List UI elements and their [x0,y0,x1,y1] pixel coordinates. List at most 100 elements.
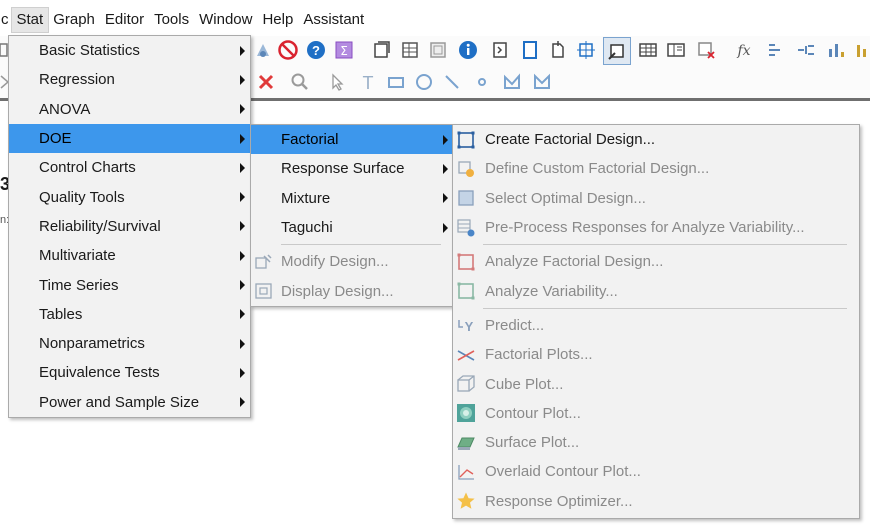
command-line-icon[interactable] [490,40,510,60]
menu-editor[interactable]: Editor [100,8,149,32]
session-icon[interactable] [253,40,273,60]
stat-item-control-charts[interactable]: Control Charts [9,153,250,182]
menu-item-label: Mixture [281,189,331,207]
factorial-item-surface-plot[interactable]: Surface Plot... [453,428,859,457]
menu-item-label: Modify Design... [281,253,389,271]
line-tool-icon[interactable] [442,72,462,92]
factorial-item-predict[interactable]: Y Predict... [453,311,859,340]
zoom-icon[interactable] [290,72,310,92]
stat-item-tables[interactable]: Tables [9,300,250,329]
factorial-item-contour-plot[interactable]: Contour Plot... [453,399,859,428]
help-icon[interactable]: ? [306,40,326,60]
data-table-icon[interactable] [638,40,658,60]
svg-text:?: ? [312,43,320,58]
menu-help[interactable]: Help [257,8,298,32]
graph-brush-icon[interactable] [603,37,631,65]
doe-item-mixture[interactable]: Mixture [251,184,453,213]
menu-item-label: Tables [39,305,83,323]
factorial-item-define-custom[interactable]: Define Custom Factorial Design... [453,154,859,183]
factorial-submenu: Create Factorial Design... Define Custom… [452,124,860,519]
factorial-item-preprocess[interactable]: Pre-Process Responses for Analyze Variab… [453,213,859,242]
factorial-item-overlaid-contour[interactable]: Overlaid Contour Plot... [453,457,859,486]
menu-item-label: Multivariate [39,247,116,265]
menu-item-label: DOE [39,130,72,148]
svg-text:T: T [363,73,374,92]
menu-stat[interactable]: Stat [10,7,50,33]
stat-item-nonparametrics[interactable]: Nonparametrics [9,329,250,358]
polyline-tool-icon[interactable] [502,72,522,92]
toolbar-partial-icon[interactable] [0,40,8,60]
delete-x-icon[interactable] [256,72,276,92]
stat-item-time-series[interactable]: Time Series [9,270,250,299]
columns-icon[interactable] [666,40,686,60]
menu-item-label: Nonparametrics [39,335,145,353]
doe-item-taguchi[interactable]: Taguchi [251,213,453,242]
factorial-item-factorial-plots[interactable]: Factorial Plots... [453,340,859,369]
stat-item-basic-statistics[interactable]: Basic Statistics [9,36,250,65]
calculator-fx-icon[interactable]: fx [734,40,754,60]
layout-tool-icon[interactable] [576,40,596,60]
new-worksheet-icon[interactable] [372,40,392,60]
tree-icon[interactable] [796,40,816,60]
menu-item-label: Control Charts [39,159,136,177]
submenu-arrow-icon [240,104,245,115]
stat-item-power-sample-size[interactable]: Power and Sample Size [9,388,250,417]
menu-calc-partial[interactable]: c [0,8,12,32]
stat-item-equivalence-tests[interactable]: Equivalence Tests [9,358,250,387]
stat-item-doe[interactable]: DOE [9,123,250,154]
rectangle-tool-icon[interactable] [386,72,406,92]
submenu-arrow-icon [240,45,245,56]
marker-tool-icon[interactable] [472,72,492,92]
factorial-item-analyze-variability[interactable]: Analyze Variability... [453,276,859,305]
polygon-tool-icon[interactable] [532,72,552,92]
menu-separator [483,307,847,309]
stat-item-reliability-survival[interactable]: Reliability/Survival [9,212,250,241]
worksheet-grid-icon[interactable] [400,40,420,60]
factorial-item-select-optimal[interactable]: Select Optimal Design... [453,184,859,213]
menu-item-label: Analyze Factorial Design... [485,253,664,271]
stat-item-multivariate[interactable]: Multivariate [9,241,250,270]
project-manager-icon[interactable] [428,40,448,60]
stat-item-anova[interactable]: ANOVA [9,95,250,124]
dendrogram-icon[interactable] [766,40,786,60]
stat-item-quality-tools[interactable]: Quality Tools [9,182,250,211]
factorial-item-response-optimizer[interactable]: Response Optimizer... [453,487,859,516]
preprocess-responses-icon [455,217,477,239]
menu-separator [281,244,441,246]
factorial-item-create-design[interactable]: Create Factorial Design... [453,125,859,154]
doe-item-display-design[interactable]: Display Design... [251,276,453,305]
factorial-plots-icon [455,344,477,366]
menu-assistant[interactable]: Assistant [298,8,369,32]
predict-icon: Y [455,314,477,336]
factorial-item-analyze-design[interactable]: Analyze Factorial Design... [453,247,859,276]
menu-window[interactable]: Window [194,8,257,32]
close-graph-icon[interactable] [696,40,716,60]
submenu-arrow-icon [240,74,245,85]
doe-item-response-surface[interactable]: Response Surface [251,154,453,183]
doe-item-factorial[interactable]: Factorial [251,125,453,155]
submenu-arrow-icon [240,338,245,349]
menu-item-label: Quality Tools [39,188,125,206]
bar-chart-icon[interactable] [826,40,846,60]
report-pad-icon[interactable] [520,40,540,60]
menu-item-label: Response Optimizer... [485,492,633,510]
response-optimizer-icon [455,490,477,512]
stop-icon[interactable] [278,40,298,60]
toolbar-more-icon[interactable] [854,40,870,60]
sigma-icon[interactable]: Σ [334,40,354,60]
menu-tools[interactable]: Tools [149,8,194,32]
select-pointer-icon[interactable] [328,72,348,92]
ellipse-tool-icon[interactable] [414,72,434,92]
info-icon[interactable] [458,40,478,60]
doe-submenu: Factorial Response Surface Mixture Taguc… [250,124,454,307]
menu-item-label: ANOVA [39,100,91,118]
menu-item-label: Reliability/Survival [39,217,161,235]
text-tool-icon[interactable]: T [358,72,378,92]
menu-graph[interactable]: Graph [48,8,100,32]
doe-item-modify-design[interactable]: Modify Design... [251,247,453,276]
factorial-item-cube-plot[interactable]: Cube Plot... [453,369,859,398]
stat-item-regression[interactable]: Regression [9,65,250,94]
menu-item-label: Define Custom Factorial Design... [485,160,710,178]
menu-item-label: Overlaid Contour Plot... [485,463,641,481]
new-file-icon[interactable] [548,40,568,60]
